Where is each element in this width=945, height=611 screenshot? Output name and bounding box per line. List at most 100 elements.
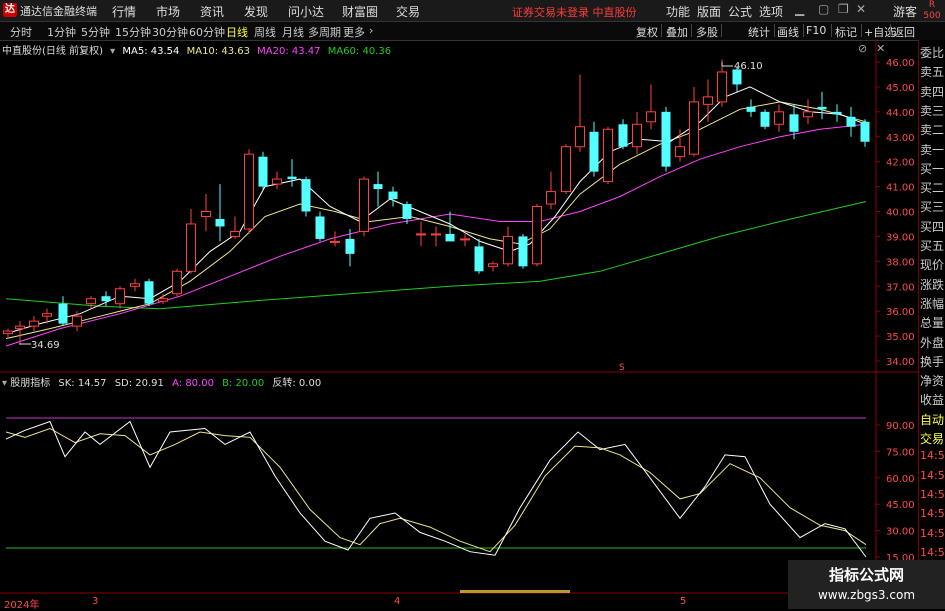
more-chevron-icon[interactable]: › [369, 24, 373, 37]
app-logo-icon: 达 [3, 3, 17, 17]
biaoji-button[interactable]: 标记 [835, 24, 857, 40]
fuquan-button[interactable]: 复权 [636, 24, 658, 40]
reversal-bar [460, 590, 570, 593]
side-panel-item: 现价 [920, 258, 945, 273]
r-badge-bottom: 500 [923, 11, 941, 21]
guest-label[interactable]: 游客 [893, 3, 917, 20]
tab-weekly[interactable]: 周线 [254, 24, 276, 40]
menu-gongneng[interactable]: 功能 [666, 3, 690, 20]
ma5-legend: MA5: 43.54 [122, 46, 180, 57]
s-marker: S [619, 363, 625, 373]
tongji-button[interactable]: 统计 [748, 24, 770, 40]
candle-body-up [115, 288, 125, 305]
close-chart-icon[interactable]: ✕ [876, 42, 885, 55]
reversal-legend: 反转: 0.00 [272, 378, 322, 389]
app-title: 通达信金融终端 [20, 5, 97, 18]
candle-body-down [101, 296, 111, 302]
menu-caifuquan[interactable]: 财富圈 [342, 3, 378, 20]
sd-legend: SD: 20.91 [114, 378, 164, 389]
candle-body-up [603, 128, 613, 183]
candle-body-up [503, 235, 513, 265]
menu-gongshi[interactable]: 公式 [728, 3, 752, 20]
menu-zixun[interactable]: 资讯 [200, 3, 224, 20]
high-price-label: 46.10 [734, 61, 763, 72]
side-panel-item: 卖二 [920, 123, 945, 138]
indicator-tick-label: 60.00 [886, 474, 915, 485]
indicator-toggle-icon[interactable]: ▾ [2, 378, 7, 389]
login-status: 证券交易未登录 中直股份 [512, 6, 637, 19]
side-panel-item[interactable]: 自动 [920, 411, 944, 428]
candle-body-up [272, 178, 282, 185]
candle-body-up [244, 153, 254, 230]
tab-multi-period[interactable]: 多周期 [308, 24, 341, 40]
price-tick-label: 40.00 [886, 208, 915, 219]
tab-daily[interactable]: 日线 [226, 24, 248, 40]
stock-label[interactable]: 中直股份(日线 前复权) [2, 46, 103, 57]
xaxis-label-march: 3 [92, 596, 99, 607]
f10-button[interactable]: F10 [806, 24, 826, 37]
menu-wenxiaoda[interactable]: 问小达 [288, 3, 324, 20]
indicator-axis-ticks: 90.0075.0060.0045.0030.0015.00 [876, 421, 915, 564]
candle-body-up [546, 191, 556, 205]
sk-line [5, 420, 867, 558]
side-panel-item: 总量 [920, 316, 945, 331]
candle-body-up [532, 206, 542, 265]
menu-hangqing[interactable]: 行情 [112, 3, 136, 20]
price-tick-label: 41.00 [886, 183, 915, 194]
sk-legend: SK: 14.57 [58, 378, 107, 389]
close-icon[interactable]: ✕ [856, 2, 866, 16]
candle-body-up [158, 298, 168, 302]
ma60-path [5, 201, 867, 310]
side-panel-item: 买五 [920, 239, 945, 253]
candle-body-up [561, 146, 571, 193]
tab-1min[interactable]: 1分钟 [47, 24, 76, 40]
price-tick-label: 43.00 [886, 133, 915, 144]
settings-icon[interactable]: ⊘ [858, 42, 867, 55]
candle-body-down [388, 191, 398, 200]
xaxis-label-may: 5 [680, 596, 687, 607]
tab-60min[interactable]: 60分钟 [189, 24, 225, 40]
indicator-tick-label: 75.00 [886, 447, 915, 458]
tab-more[interactable]: 更多 [343, 24, 365, 40]
quote-side-panel: 委比 卖五 卖四 卖三 卖二 卖一 买一 买二 买三 买四 买五 现价 涨跌 涨幅 总量 外盘 换手 净资 收益 自动… [918, 40, 945, 609]
toolbar-divider [721, 24, 722, 37]
menu-shichang[interactable]: 市场 [156, 3, 180, 20]
price-tick-label: 39.00 [886, 232, 915, 243]
r-badge-top: R [928, 0, 936, 10]
diejia-button[interactable]: 叠加 [666, 24, 688, 40]
tab-5min[interactable]: 5分钟 [81, 24, 110, 40]
candle-body-up [359, 178, 369, 232]
kline-chart[interactable]: 46.00 45.00 44.00 43.00 42.00 41.00 40.00 39.00… [0, 40, 918, 596]
menu-banmian[interactable]: 版面 [697, 3, 721, 20]
tab-30min[interactable]: 30分钟 [152, 24, 188, 40]
side-panel-item: 买四 [920, 219, 945, 234]
legend-toggle-icon[interactable]: ▾ [110, 46, 115, 57]
menu-jiaoyi[interactable]: 交易 [396, 3, 420, 20]
restore-icon[interactable]: ❐ [838, 2, 849, 16]
candle-body-down [315, 216, 325, 239]
price-tick-label: 45.00 [886, 83, 915, 94]
price-tick-label: 46.00 [886, 58, 915, 69]
candle-body-up [330, 240, 340, 243]
candle-body-up [201, 211, 211, 217]
indicator-name[interactable]: 股朋指标 [10, 378, 50, 389]
duogu-button[interactable]: 多股 [696, 24, 718, 40]
candle-body-up [172, 270, 182, 295]
side-panel-item[interactable]: 交易 [920, 430, 944, 447]
menu-faxian[interactable]: 发现 [244, 3, 268, 20]
back-button[interactable]: 返回 [893, 24, 915, 40]
side-panel-item: 卖四 [920, 84, 945, 99]
candle-body-down [846, 116, 856, 127]
candle-body-up [460, 238, 470, 241]
tab-fenshi[interactable]: 分时 [10, 24, 32, 40]
menu-xuanxiang[interactable]: 选项 [759, 3, 783, 20]
tab-monthly[interactable]: 月线 [282, 24, 304, 40]
maximize-icon[interactable]: ▢ [818, 2, 829, 16]
price-axis-ticks: 46.00 45.00 44.00 43.00 42.00 41.00 40.00 39.00… [876, 58, 915, 368]
sk-path [5, 420, 867, 558]
tab-15min[interactable]: 15分钟 [115, 24, 151, 40]
candle-body-up [29, 320, 39, 327]
huaxian-button[interactable]: 画线 [777, 24, 799, 40]
candle-body-down [661, 111, 671, 167]
minimize-icon[interactable]: ▁ [795, 2, 804, 16]
